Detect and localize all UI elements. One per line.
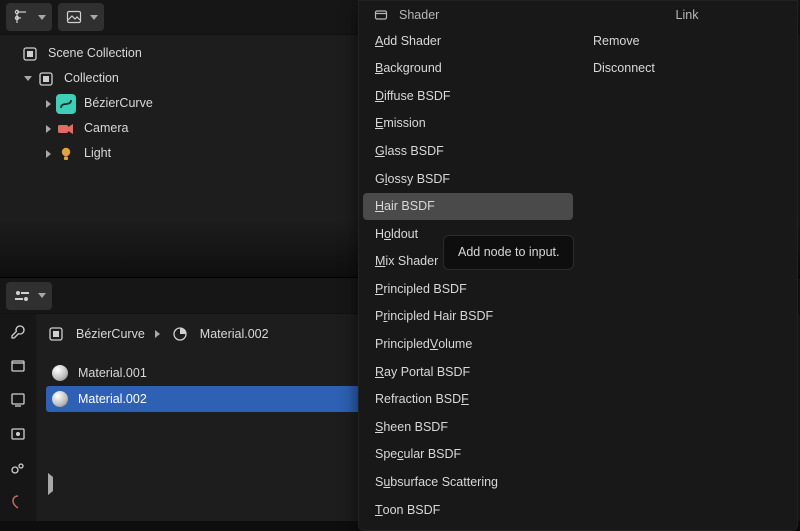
chevron-down-icon <box>38 293 46 298</box>
menu-item[interactable]: Principled Hair BSDF <box>363 303 573 331</box>
collection-label: Collection <box>64 72 119 85</box>
outliner-item-label: BézierCurve <box>84 97 153 110</box>
menu-header-shader: Shader <box>359 3 577 27</box>
menu-item[interactable]: Subsurface Scattering <box>363 469 573 497</box>
menu-item[interactable]: Glass BSDF <box>363 137 573 165</box>
camera-icon <box>56 119 76 139</box>
tooltip-text: Add node to input. <box>458 245 559 259</box>
menu-header-label: Link <box>676 9 699 22</box>
tab-scene[interactable] <box>8 458 28 478</box>
menu-item[interactable]: Background <box>363 55 573 83</box>
tab-output[interactable] <box>8 390 28 410</box>
chevron-down-icon <box>38 15 46 20</box>
chevron-right-icon <box>46 100 51 108</box>
material-slot-label: Material.001 <box>78 367 147 380</box>
object-icon <box>46 324 66 344</box>
add-node-menu: Shader Add ShaderBackgroundDiffuse BSDFE… <box>358 0 798 531</box>
outliner-item-label: Camera <box>84 122 128 135</box>
menu-item[interactable]: Specular BSDF <box>363 441 573 469</box>
material-preview-icon <box>52 391 68 407</box>
collection-icon <box>36 69 56 89</box>
disclosure-toggle[interactable] <box>40 146 56 162</box>
image-icon <box>64 7 84 27</box>
disclosure-toggle[interactable] <box>40 96 56 112</box>
breadcrumb-material[interactable]: Material.002 <box>200 328 269 341</box>
chevron-right-icon <box>46 150 51 158</box>
chevron-right-icon <box>46 125 51 133</box>
scene-icon <box>20 44 40 64</box>
menu-column-link: Link RemoveDisconnect <box>577 3 797 524</box>
properties-icon <box>12 286 32 306</box>
menu-item[interactable]: Toon BSDF <box>363 496 573 524</box>
menu-item[interactable]: Disconnect <box>581 55 793 83</box>
disclosure-toggle[interactable] <box>20 71 36 87</box>
outliner-item-label: Light <box>84 147 111 160</box>
disclosure-toggle[interactable] <box>40 121 56 137</box>
material-icon <box>170 324 190 344</box>
properties-tab-bar <box>0 314 36 521</box>
menu-item[interactable]: Remove <box>581 27 793 55</box>
menu-item[interactable]: Sheen BSDF <box>363 413 573 441</box>
menu-item[interactable]: Emission <box>363 110 573 138</box>
menu-item[interactable]: Hair BSDF <box>363 193 573 221</box>
outliner-mode-dropdown[interactable] <box>6 3 52 31</box>
node-icon <box>371 5 391 25</box>
tab-view-layer[interactable] <box>8 424 28 444</box>
menu-item[interactable]: Add Shader <box>363 27 573 55</box>
menu-item[interactable]: Glossy BSDF <box>363 165 573 193</box>
menu-item[interactable]: Principled Volume <box>363 331 573 359</box>
light-icon <box>56 144 76 164</box>
material-preview-icon <box>52 365 68 381</box>
material-slot-label: Material.002 <box>78 393 147 406</box>
tab-tool[interactable] <box>8 322 28 342</box>
breadcrumb-object[interactable]: BézierCurve <box>76 328 145 341</box>
tab-render[interactable] <box>8 356 28 376</box>
properties-mode-dropdown[interactable] <box>6 282 52 310</box>
scene-collection-label: Scene Collection <box>48 47 142 60</box>
chevron-down-icon <box>90 15 98 20</box>
menu-item[interactable]: Refraction BSDF <box>363 386 573 414</box>
chevron-right-icon <box>48 473 53 495</box>
menu-header-link: Link <box>577 3 797 27</box>
outliner-icon <box>12 7 32 27</box>
curve-icon <box>56 94 76 114</box>
menu-item[interactable]: Ray Portal BSDF <box>363 358 573 386</box>
menu-item[interactable]: Principled BSDF <box>363 275 573 303</box>
tab-material-active[interactable] <box>8 492 28 512</box>
tooltip: Add node to input. <box>443 235 574 270</box>
chevron-down-icon <box>24 76 32 81</box>
display-mode-dropdown[interactable] <box>58 3 104 31</box>
menu-item[interactable]: Diffuse BSDF <box>363 82 573 110</box>
menu-header-label: Shader <box>399 9 439 22</box>
chevron-right-icon <box>155 330 160 338</box>
